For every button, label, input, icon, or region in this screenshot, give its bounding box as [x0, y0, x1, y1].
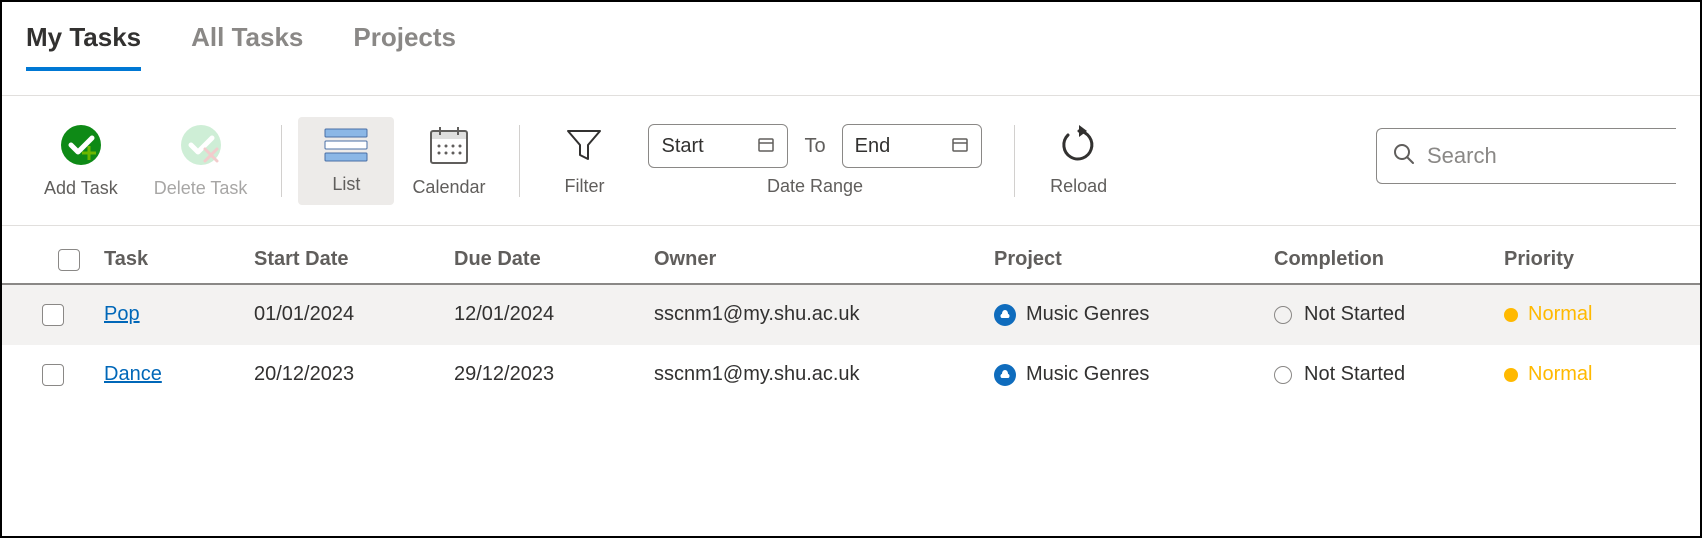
- due-date-cell: 12/01/2024: [442, 303, 642, 326]
- date-range-group: Start To End Date Range: [632, 124, 997, 197]
- priority-dot-icon: [1504, 368, 1518, 382]
- priority-text: Normal: [1528, 303, 1592, 326]
- table-header: Task Start Date Due Date Owner Project C…: [2, 226, 1700, 285]
- project-icon: [994, 364, 1016, 386]
- add-task-icon: [59, 123, 103, 172]
- priority-dot-icon: [1504, 308, 1518, 322]
- date-range-label: Date Range: [767, 176, 863, 197]
- tabs-bar: My Tasks All Tasks Projects: [2, 2, 1700, 96]
- completion-text: Not Started: [1304, 363, 1405, 386]
- priority-cell: Normal: [1492, 303, 1700, 326]
- search-input[interactable]: [1425, 142, 1702, 170]
- toolbar-separator: [281, 125, 282, 197]
- calendar-mini-icon: [757, 135, 775, 158]
- reload-button[interactable]: Reload: [1031, 115, 1127, 207]
- completion-radio-icon: [1274, 366, 1292, 384]
- list-icon: [323, 127, 369, 168]
- table-row[interactable]: Pop 01/01/2024 12/01/2024 sscnm1@my.shu.…: [2, 285, 1700, 345]
- toolbar: Add Task Delete Task List: [2, 96, 1700, 226]
- completion-radio-icon: [1274, 306, 1292, 324]
- date-range-to-label: To: [804, 135, 825, 158]
- delete-task-icon: [179, 123, 223, 172]
- date-start-input[interactable]: Start: [648, 124, 788, 168]
- completion-text: Not Started: [1304, 303, 1405, 326]
- col-completion[interactable]: Completion: [1262, 248, 1492, 271]
- project-icon: [994, 304, 1016, 326]
- calendar-view-button[interactable]: Calendar: [394, 114, 503, 208]
- filter-button[interactable]: Filter: [536, 115, 632, 207]
- project-cell: Music Genres: [982, 303, 1262, 326]
- col-priority[interactable]: Priority: [1492, 248, 1700, 271]
- priority-cell: Normal: [1492, 363, 1700, 386]
- tasks-table: Task Start Date Due Date Owner Project C…: [2, 226, 1700, 405]
- toolbar-separator: [1014, 125, 1015, 197]
- priority-text: Normal: [1528, 363, 1592, 386]
- select-all-checkbox[interactable]: [58, 249, 80, 271]
- search-icon: [1393, 143, 1415, 170]
- project-cell: Music Genres: [982, 363, 1262, 386]
- tab-projects[interactable]: Projects: [353, 22, 456, 71]
- calendar-mini-icon: [951, 135, 969, 158]
- reload-label: Reload: [1050, 176, 1107, 197]
- select-all-header: [2, 249, 92, 271]
- col-owner[interactable]: Owner: [642, 248, 982, 271]
- calendar-icon: [428, 124, 470, 171]
- add-task-button[interactable]: Add Task: [26, 113, 136, 209]
- toolbar-separator: [519, 125, 520, 197]
- project-name: Music Genres: [1026, 303, 1149, 326]
- add-task-label: Add Task: [44, 178, 118, 199]
- start-date-cell: 20/12/2023: [242, 363, 442, 386]
- row-checkbox[interactable]: [42, 364, 64, 386]
- table-row[interactable]: Dance 20/12/2023 29/12/2023 sscnm1@my.sh…: [2, 345, 1700, 405]
- filter-icon: [564, 125, 604, 170]
- filter-label: Filter: [564, 176, 604, 197]
- calendar-view-label: Calendar: [412, 177, 485, 198]
- owner-cell: sscnm1@my.shu.ac.uk: [642, 303, 982, 326]
- project-name: Music Genres: [1026, 363, 1149, 386]
- due-date-cell: 29/12/2023: [442, 363, 642, 386]
- completion-cell: Not Started: [1262, 363, 1492, 386]
- search-box[interactable]: [1376, 128, 1676, 184]
- tab-all-tasks[interactable]: All Tasks: [191, 22, 303, 71]
- start-date-cell: 01/01/2024: [242, 303, 442, 326]
- tab-my-tasks[interactable]: My Tasks: [26, 22, 141, 71]
- delete-task-label: Delete Task: [154, 178, 248, 199]
- col-start[interactable]: Start Date: [242, 248, 442, 271]
- date-end-placeholder: End: [855, 135, 891, 158]
- col-project[interactable]: Project: [982, 248, 1262, 271]
- date-end-input[interactable]: End: [842, 124, 982, 168]
- col-due[interactable]: Due Date: [442, 248, 642, 271]
- task-link[interactable]: Pop: [104, 303, 140, 325]
- list-view-label: List: [332, 174, 360, 195]
- owner-cell: sscnm1@my.shu.ac.uk: [642, 363, 982, 386]
- task-link[interactable]: Dance: [104, 363, 162, 385]
- delete-task-button: Delete Task: [136, 113, 266, 209]
- search-container: [1376, 128, 1676, 184]
- date-start-placeholder: Start: [661, 135, 703, 158]
- completion-cell: Not Started: [1262, 303, 1492, 326]
- col-task[interactable]: Task: [92, 248, 242, 271]
- row-checkbox[interactable]: [42, 304, 64, 326]
- list-view-button[interactable]: List: [298, 117, 394, 205]
- reload-icon: [1059, 125, 1099, 170]
